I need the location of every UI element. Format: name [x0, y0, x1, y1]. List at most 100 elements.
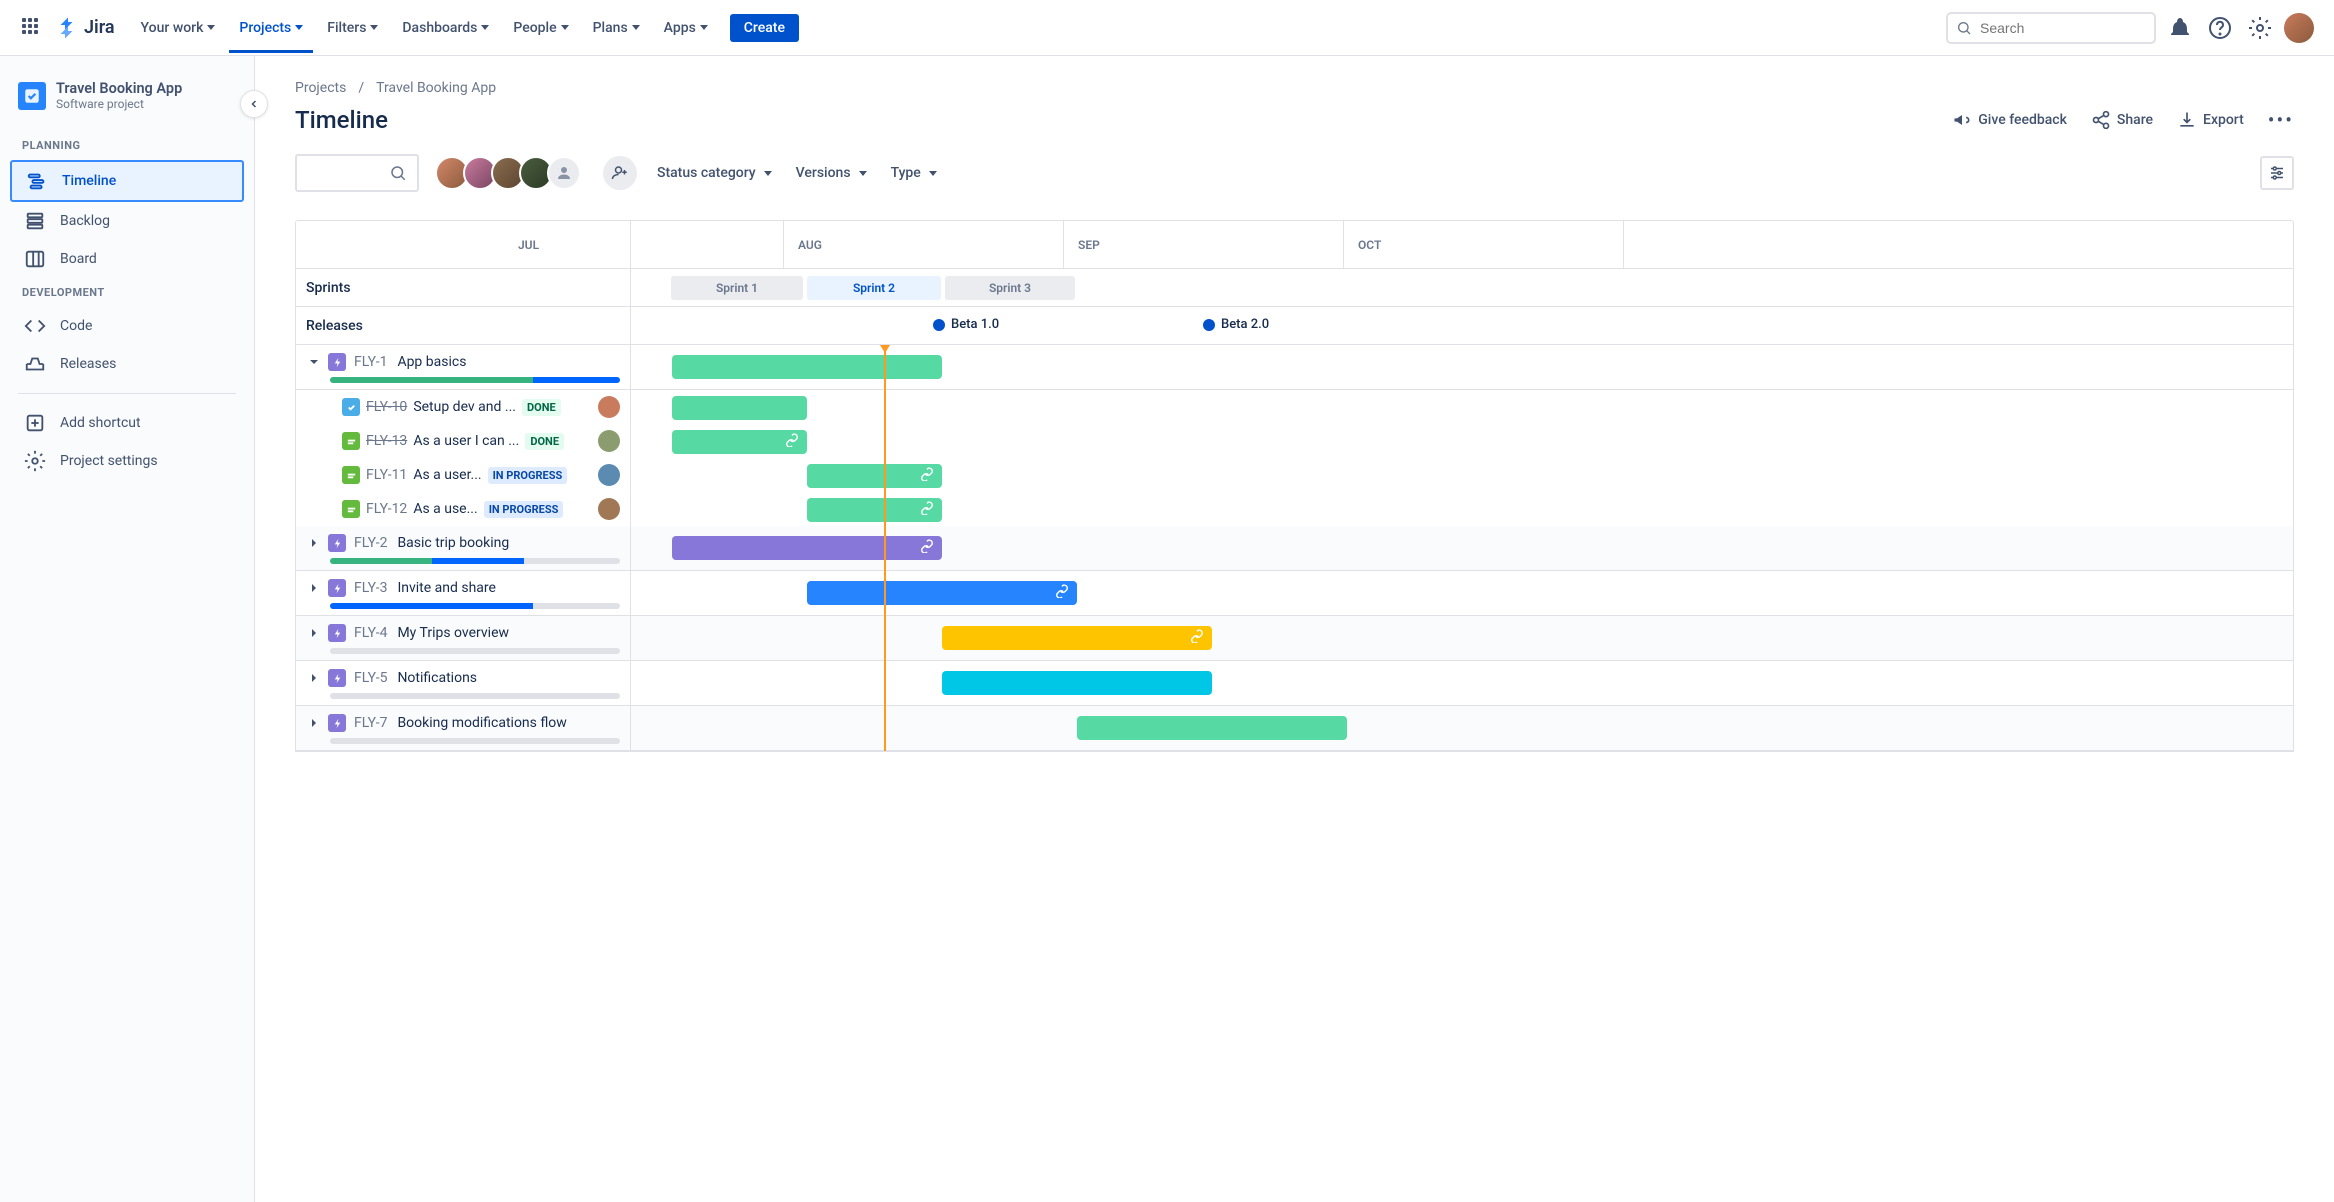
epic-key[interactable]: FLY-7	[354, 715, 387, 731]
epic-toggle[interactable]	[306, 670, 322, 686]
epic-toggle[interactable]	[306, 354, 322, 370]
epic-toggle[interactable]	[306, 625, 322, 641]
more-actions-button[interactable]: •••	[2268, 108, 2294, 132]
issue-bar[interactable]	[807, 498, 942, 522]
release-marker[interactable]: Beta 1.0	[933, 317, 999, 332]
help-button[interactable]	[2204, 12, 2236, 44]
epic-key[interactable]: FLY-2	[354, 535, 387, 551]
story-icon	[342, 500, 360, 518]
nav-plans[interactable]: Plans	[583, 14, 650, 42]
chevron-down-icon	[207, 25, 215, 30]
project-header[interactable]: Travel Booking App Software project	[10, 80, 244, 131]
sidebar-item-timeline[interactable]: Timeline	[10, 160, 244, 202]
assignee-avatar[interactable]	[598, 430, 620, 452]
chevron-down-icon	[481, 25, 489, 30]
epic-title[interactable]: Notifications	[397, 670, 477, 686]
nav-apps[interactable]: Apps	[654, 14, 718, 42]
profile-avatar[interactable]	[2284, 13, 2314, 43]
epic-key[interactable]: FLY-4	[354, 625, 387, 641]
release-marker[interactable]: Beta 2.0	[1203, 317, 1269, 332]
export-button[interactable]: Export	[2177, 110, 2244, 130]
assignee-avatar[interactable]	[598, 396, 620, 418]
backlog-icon	[24, 210, 46, 232]
sidebar-item-code[interactable]: Code	[10, 307, 244, 345]
epic-row: FLY-1 App basics	[296, 345, 2293, 390]
search-box	[1946, 12, 2156, 44]
app-switcher-icon[interactable]	[20, 16, 44, 40]
jira-logo[interactable]: Jira	[56, 16, 115, 40]
sprint-pill[interactable]: Sprint 3	[945, 276, 1075, 300]
type-filter[interactable]: Type	[887, 159, 941, 187]
link-icon	[920, 467, 934, 485]
issue-bar[interactable]	[807, 464, 942, 488]
epic-bar[interactable]	[672, 355, 942, 379]
months-row: JULAUGSEPOCT	[296, 221, 2293, 269]
notifications-button[interactable]	[2164, 12, 2196, 44]
sidebar-collapse-button[interactable]	[240, 90, 268, 118]
issue-bar[interactable]	[672, 430, 807, 454]
issue-title[interactable]: As a use...	[413, 501, 477, 517]
issue-title[interactable]: Setup dev and ...	[413, 399, 516, 415]
epic-toggle[interactable]	[306, 715, 322, 731]
epic-title[interactable]: Invite and share	[397, 580, 496, 596]
epic-title[interactable]: App basics	[397, 354, 466, 370]
nav-people[interactable]: People	[503, 14, 578, 42]
status-badge: IN PROGRESS	[484, 501, 564, 518]
assignee-filter[interactable]	[435, 156, 581, 190]
issue-key[interactable]: FLY-10	[366, 399, 407, 415]
sidebar-section-development: DEVELOPMENT	[10, 278, 244, 307]
sprints-label: Sprints	[296, 269, 631, 307]
sidebar-item-label: Board	[60, 251, 97, 267]
epic-bar[interactable]	[807, 581, 1077, 605]
view-settings-button[interactable]	[2260, 156, 2294, 190]
issue-bar[interactable]	[672, 396, 807, 420]
add-assignee-button[interactable]	[603, 156, 637, 190]
assignee-avatar[interactable]	[598, 498, 620, 520]
sprint-pill[interactable]: Sprint 1	[671, 276, 803, 300]
epic-bar[interactable]	[672, 536, 942, 560]
epic-key[interactable]: FLY-3	[354, 580, 387, 596]
epic-title[interactable]: Basic trip booking	[397, 535, 509, 551]
share-button[interactable]: Share	[2091, 110, 2153, 130]
epic-title[interactable]: Booking modifications flow	[397, 715, 566, 731]
issue-key[interactable]: FLY-12	[366, 501, 407, 517]
epic-bar[interactable]	[1077, 716, 1347, 740]
assignee-avatar[interactable]	[598, 464, 620, 486]
breadcrumb-projects[interactable]: Projects	[295, 80, 346, 96]
breadcrumb-project-name[interactable]: Travel Booking App	[376, 80, 496, 96]
sidebar-item-board[interactable]: Board	[10, 240, 244, 278]
issue-key[interactable]: FLY-11	[366, 467, 407, 483]
epic-bar[interactable]	[942, 671, 1212, 695]
epic-toggle[interactable]	[306, 580, 322, 596]
epic-key[interactable]: FLY-1	[354, 354, 387, 370]
nav-dashboards[interactable]: Dashboards	[392, 14, 499, 42]
epic-row: FLY-3 Invite and share	[296, 571, 2293, 616]
give-feedback-button[interactable]: Give feedback	[1952, 110, 2067, 130]
nav-filters[interactable]: Filters	[317, 14, 388, 42]
sidebar-item-add-shortcut[interactable]: Add shortcut	[10, 404, 244, 442]
sidebar-item-project-settings[interactable]: Project settings	[10, 442, 244, 480]
create-button[interactable]: Create	[730, 14, 799, 42]
sidebar-item-label: Project settings	[60, 453, 158, 469]
epic-bar[interactable]	[942, 626, 1212, 650]
nav-your-work[interactable]: Your work	[131, 14, 226, 42]
epic-toggle[interactable]	[306, 535, 322, 551]
issue-key[interactable]: FLY-13	[366, 433, 407, 449]
epic-key[interactable]: FLY-5	[354, 670, 387, 686]
epic-icon	[328, 669, 346, 687]
unassigned-avatar[interactable]	[547, 156, 581, 190]
sidebar-item-releases[interactable]: Releases	[10, 345, 244, 383]
epic-title[interactable]: My Trips overview	[397, 625, 509, 641]
issue-title[interactable]: As a user...	[413, 467, 481, 483]
sidebar-item-backlog[interactable]: Backlog	[10, 202, 244, 240]
epic-icon	[328, 353, 346, 371]
filter-search[interactable]	[295, 154, 419, 192]
settings-button[interactable]	[2244, 12, 2276, 44]
versions-filter[interactable]: Versions	[792, 159, 871, 187]
sprint-pill[interactable]: Sprint 2	[807, 276, 941, 300]
issue-title[interactable]: As a user I can ...	[413, 433, 519, 449]
search-input[interactable]	[1946, 12, 2156, 44]
logo-text: Jira	[84, 17, 115, 38]
status-filter[interactable]: Status category	[653, 159, 776, 187]
nav-projects[interactable]: Projects	[229, 3, 313, 53]
